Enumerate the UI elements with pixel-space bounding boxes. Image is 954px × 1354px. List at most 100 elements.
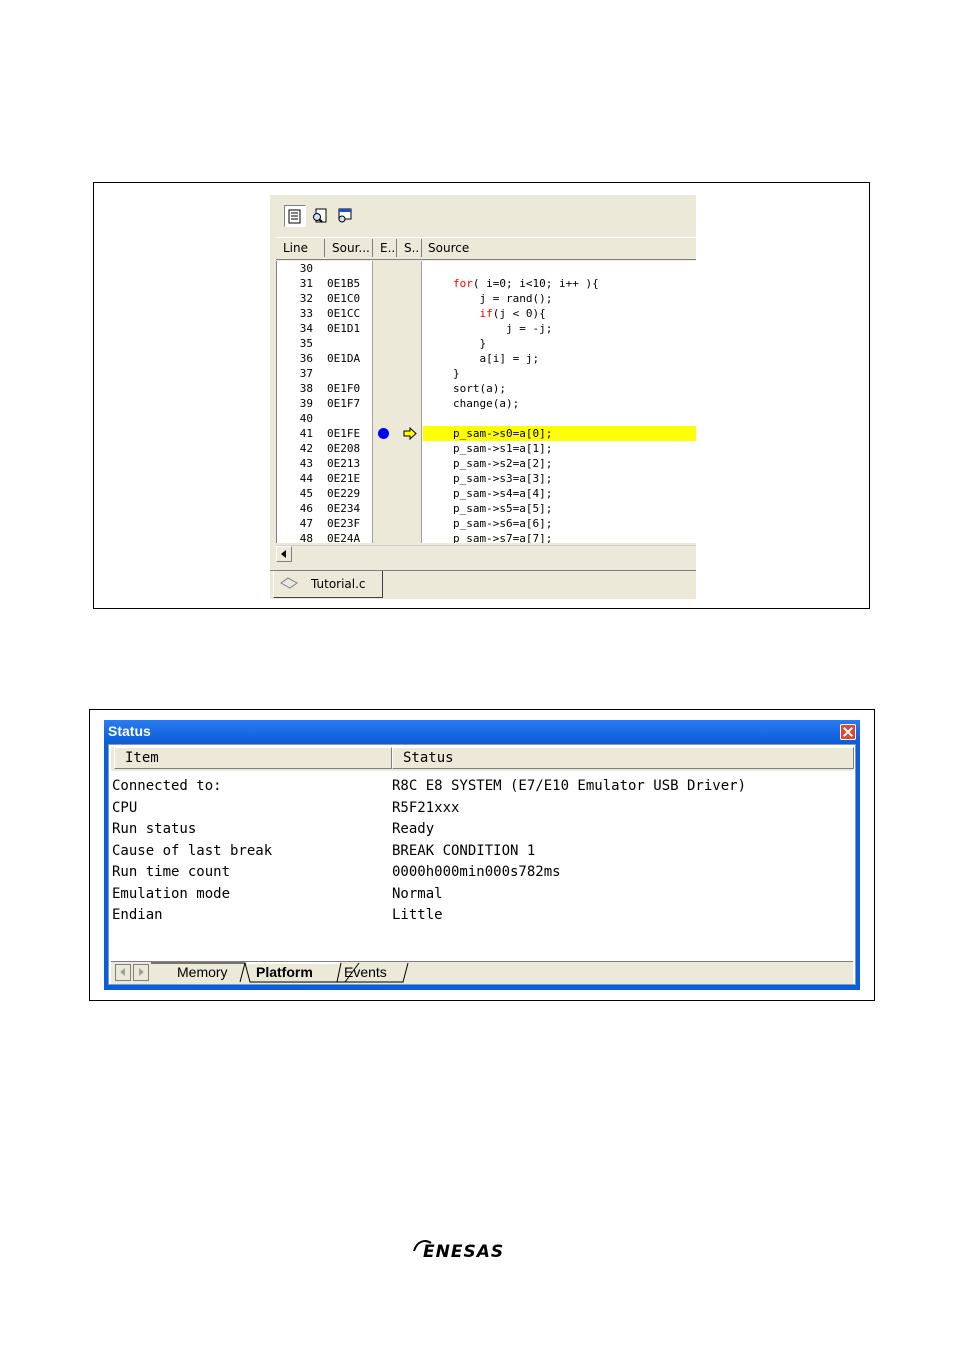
source-address: 0E24A bbox=[327, 532, 361, 543]
column-separator[interactable] bbox=[324, 239, 325, 257]
line-number: 33 bbox=[299, 307, 313, 320]
source-address: 0E208 bbox=[327, 442, 361, 455]
code-line[interactable]: 44 0E21E p_sam->s3=a[3]; bbox=[277, 471, 696, 486]
code-text: p_sam->s2=a[2]; bbox=[453, 457, 553, 470]
code-line[interactable]: 36 0E1DA a[i] = j; bbox=[277, 351, 696, 366]
mixed-view-icon bbox=[338, 208, 352, 223]
status-row[interactable]: Run status Ready bbox=[112, 819, 852, 840]
code-line[interactable]: 31 0E1B5 for( i=0; i<10; i++ ){ bbox=[277, 276, 696, 291]
code-text: j = -j; bbox=[453, 322, 553, 335]
tab-scroll-left-button[interactable] bbox=[115, 964, 131, 981]
line-number: 40 bbox=[299, 412, 313, 425]
line-number: 45 bbox=[299, 487, 313, 500]
tab-scroll-right-button[interactable] bbox=[133, 964, 149, 981]
status-row[interactable]: CPU R5F21xxx bbox=[112, 798, 852, 819]
code-line[interactable]: 35 } bbox=[277, 336, 696, 351]
tab-platform-label: Platform bbox=[256, 964, 313, 980]
disassembly-view-icon bbox=[313, 208, 327, 223]
status-row[interactable]: Connected to: R8C E8 SYSTEM (E7/E10 Emula… bbox=[112, 776, 852, 797]
line-number: 36 bbox=[299, 352, 313, 365]
status-item-label: Emulation mode bbox=[112, 885, 231, 902]
column-source-address-header[interactable]: Sour... bbox=[332, 241, 372, 255]
code-line[interactable]: 48 0E24A p_sam->s7=a[7]; bbox=[277, 531, 696, 543]
code-line[interactable]: 42 0E208 p_sam->s1=a[1]; bbox=[277, 441, 696, 456]
keyword-text: for bbox=[453, 277, 473, 290]
column-status-header[interactable]: S... bbox=[404, 241, 418, 255]
code-text: sort(a); bbox=[453, 382, 506, 395]
status-item-label: Run status bbox=[112, 821, 197, 837]
column-event-header[interactable]: E... bbox=[380, 241, 394, 255]
disassembly-view-button[interactable] bbox=[309, 205, 331, 227]
source-code: p_sam->s2=a[2]; bbox=[453, 456, 552, 471]
line-number: 42 bbox=[299, 442, 313, 455]
status-row[interactable]: Endian Little bbox=[112, 905, 852, 926]
code-line[interactable]: 39 0E1F7 change(a); bbox=[277, 396, 696, 411]
source-code: p_sam->s4=a[4]; bbox=[453, 486, 552, 501]
source-code: for( i=0; i<10; i++ ){ bbox=[453, 276, 599, 291]
code-line[interactable]: 32 0E1C0 j = rand(); bbox=[277, 291, 696, 306]
column-line-header[interactable]: Line bbox=[283, 241, 323, 255]
code-line[interactable]: 45 0E229 p_sam->s4=a[4]; bbox=[277, 486, 696, 501]
breakpoint-icon[interactable] bbox=[378, 428, 389, 439]
source-code: } bbox=[453, 336, 486, 351]
source-code: p_sam->s6=a[6]; bbox=[453, 516, 552, 531]
code-text: } bbox=[453, 337, 487, 350]
code-text: p_sam->s1=a[1]; bbox=[453, 442, 553, 455]
code-line[interactable]: 34 0E1D1 j = -j; bbox=[277, 321, 696, 336]
status-window-titlebar[interactable]: Status bbox=[104, 720, 860, 744]
code-text: (j < 0){ bbox=[492, 307, 546, 320]
code-text: j = rand(); bbox=[453, 292, 553, 305]
code-line[interactable]: 38 0E1F0 sort(a); bbox=[277, 381, 696, 396]
source-code: } bbox=[453, 366, 460, 381]
status-row[interactable]: Cause of last break BREAK CONDITION 1 bbox=[112, 841, 852, 862]
source-address: 0E1CC bbox=[327, 307, 361, 320]
editor-toolbar bbox=[270, 195, 696, 233]
tab-memory-label: Memory bbox=[177, 964, 228, 980]
source-view-button[interactable] bbox=[284, 205, 306, 227]
column-separator[interactable] bbox=[396, 239, 397, 257]
mixed-view-button[interactable] bbox=[334, 205, 356, 227]
status-item-label: Run time count bbox=[112, 864, 231, 880]
code-text: p_sam->s4=a[4]; bbox=[453, 487, 553, 500]
horizontal-scrollbar[interactable] bbox=[276, 545, 696, 563]
code-line[interactable]: 41 0E1FE p_sam->s0=a[0]; bbox=[277, 426, 696, 441]
code-line[interactable]: 33 0E1CC if(j < 0){ bbox=[277, 306, 696, 321]
status-item-value: Little bbox=[392, 907, 443, 923]
source-address: 0E213 bbox=[327, 457, 361, 470]
status-row[interactable]: Emulation mode Normal bbox=[112, 884, 852, 905]
status-item-label: CPU bbox=[112, 799, 138, 816]
source-code: change(a); bbox=[453, 396, 519, 411]
code-line[interactable]: 46 0E234 p_sam->s5=a[5]; bbox=[277, 501, 696, 516]
source-address: 0E234 bbox=[327, 502, 361, 515]
line-number: 44 bbox=[299, 472, 313, 485]
column-separator[interactable] bbox=[372, 239, 373, 257]
code-line[interactable]: 40 bbox=[277, 411, 696, 426]
line-number: 48 bbox=[299, 532, 313, 543]
line-number: 37 bbox=[299, 367, 313, 380]
column-source-header[interactable]: Source bbox=[428, 241, 488, 255]
code-text: p_sam->s0=a[0]; bbox=[453, 427, 553, 440]
source-code-area[interactable]: 30 31 0E1B5 for( i=0; i<10; i++ ){32 0E1C0 j… bbox=[276, 261, 696, 543]
status-column-header[interactable]: Status bbox=[392, 747, 854, 769]
source-address: 0E1C0 bbox=[327, 292, 361, 305]
code-text: p_sam->s6=a[6]; bbox=[453, 517, 553, 530]
status-table-header: Item Status bbox=[111, 747, 854, 771]
code-text: p_sam->s7=a[7]; bbox=[453, 532, 553, 543]
item-column-header[interactable]: Item bbox=[114, 747, 392, 769]
renesas-logo: ENESAS bbox=[413, 1240, 503, 1261]
column-separator[interactable] bbox=[421, 239, 422, 257]
scroll-left-button[interactable] bbox=[276, 546, 292, 562]
source-code: sort(a); bbox=[453, 381, 506, 396]
code-line[interactable]: 43 0E213 p_sam->s2=a[2]; bbox=[277, 456, 696, 471]
code-line[interactable]: 30 bbox=[277, 261, 696, 276]
source-address: 0E229 bbox=[327, 487, 361, 500]
code-text: change(a); bbox=[453, 397, 520, 410]
editor-file-tabbar: Tutorial.c bbox=[270, 570, 696, 599]
file-tab-tutorial[interactable]: Tutorial.c bbox=[273, 571, 383, 598]
source-code: j = rand(); bbox=[453, 291, 552, 306]
close-icon[interactable] bbox=[840, 724, 856, 740]
status-row[interactable]: Run time count 0000h000min000s782ms bbox=[112, 862, 852, 883]
code-line[interactable]: 37} bbox=[277, 366, 696, 381]
line-number: 41 bbox=[299, 427, 313, 440]
code-line[interactable]: 47 0E23F p_sam->s6=a[6]; bbox=[277, 516, 696, 531]
